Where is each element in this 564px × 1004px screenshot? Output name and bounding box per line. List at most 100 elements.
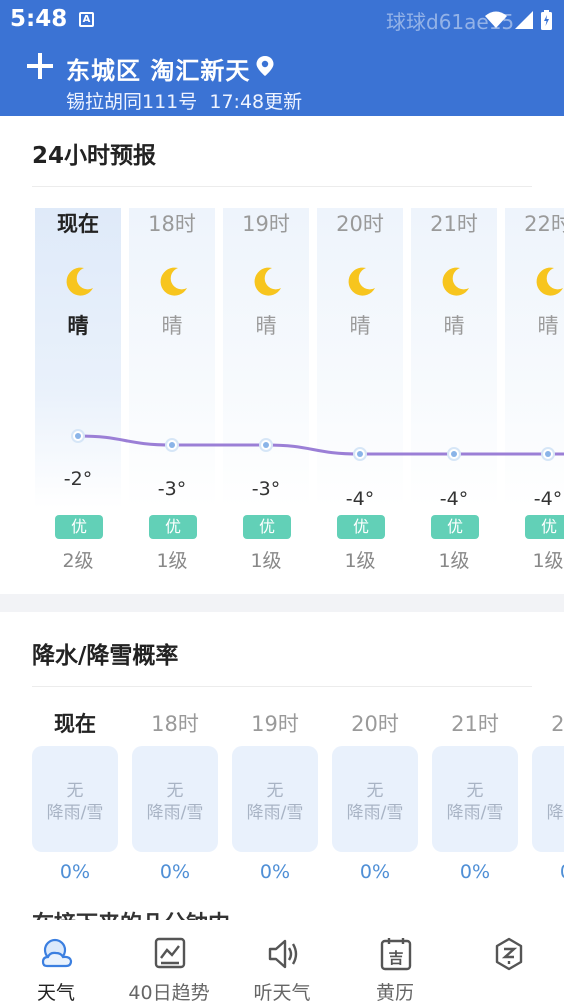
location-pin-icon [256,56,274,76]
nav-label-trend: 40日趋势 [128,982,210,1004]
nav-profile[interactable] [458,936,558,1004]
precip-column[interactable]: 现在无降雨/雪 0% [32,708,132,908]
hour-column-bg [411,208,497,508]
forecast-24h-card: 24小时预报 现在晴 -2° 优 2级 18时晴 -3° 优 1级 19时晴 -3° 优 1级 20时晴… [0,118,564,594]
precip-column[interactable]: 22时无降雨/雪 0% [532,708,564,908]
moon-icon [536,267,563,296]
status-icons [485,10,552,30]
aqi-badge: 优 [149,515,197,539]
location-name[interactable]: 东城区 淘汇新天 [66,51,250,86]
hour-temperature: -2° [63,468,93,490]
aqi-level: 1级 [532,550,564,572]
hour-column-bg [317,208,403,508]
aqi-badge: 优 [431,515,479,539]
precip-time: 19时 [251,712,299,736]
speaker-icon [268,939,298,969]
app-header: 5:48 A 球球d61ae15 东城区 淘汇新天 锡拉胡同111号 17:48… [0,0,564,116]
hour-column[interactable]: 19时晴 -3° 优 1级 [221,190,311,594]
nav-weather[interactable]: 天气 [6,936,106,1004]
precipitation-card: 降水/降雪概率 现在无降雨/雪 0% 18时无降雨/雪 0% 19时无降雨/雪 0% 20时… [0,612,564,920]
trend-chart-icon [154,937,186,969]
moon-icon [442,267,469,296]
hour-condition: 晴 [443,314,465,338]
precip-probability: 0% [59,861,91,883]
hour-time: 现在 [57,212,99,236]
divider [32,186,532,187]
precip-type-label: 降雨/雪 [246,803,304,823]
notification-icon: A [79,12,94,27]
forecast-24h-title: 24小时预报 [32,143,157,169]
precip-time: 20时 [351,712,399,736]
nav-label-listen: 听天气 [253,982,311,1004]
precip-probability: 0% [359,861,391,883]
battery-icon [541,10,552,30]
precip-time: 21时 [451,712,499,736]
moon-icon [254,267,281,296]
precip-type-label: 降雨/雪 [546,803,564,823]
hour-column-bg [223,208,309,508]
precip-type-label: 降雨/雪 [46,803,104,823]
hour-column-bg [505,208,564,508]
wifi-icon [485,11,507,28]
bottom-navigation: 天气 40日趋势 听天气 吉 黄历 [0,920,564,1004]
precip-box: 无降雨/雪 [332,746,418,852]
add-location-button[interactable] [24,50,56,82]
precip-time: 18时 [151,712,199,736]
hour-condition: 晴 [255,314,277,338]
profile-icon [495,937,523,971]
moon-icon [160,267,187,296]
precip-column[interactable]: 19时无降雨/雪 0% [232,708,332,908]
nav-label-weather: 天气 [36,982,75,1004]
hour-column[interactable]: 22时晴 -4° 优 1级 [503,190,564,594]
precipitation-title: 降水/降雪概率 [32,643,179,669]
precip-probability: 0% [532,861,564,883]
signal-icon [515,11,533,29]
precip-box: 无降雨/雪 [32,746,118,852]
precip-time: 现在 [54,712,96,736]
status-bar: 5:48 A 球球d61ae15 [0,0,564,40]
hour-column-bg [35,208,121,508]
hour-column[interactable]: 20时晴 -4° 优 1级 [315,190,405,594]
precip-type-label: 降雨/雪 [146,803,204,823]
precip-column[interactable]: 18时无降雨/雪 0% [132,708,232,908]
precip-probability: 0% [259,861,291,883]
hour-column[interactable]: 现在晴 -2° 优 2级 [33,190,123,594]
precip-column[interactable]: 20时无降雨/雪 0% [332,708,432,908]
nav-almanac[interactable]: 吉 黄历 [345,936,445,1004]
hour-column[interactable]: 21时晴 -4° 优 1级 [409,190,499,594]
aqi-level: 1级 [156,550,188,572]
hour-time: 20时 [336,212,384,236]
hour-temperature: -3° [157,478,187,500]
precip-probability: 0% [459,861,491,883]
hour-temperature: -4° [533,488,563,510]
hour-condition: 晴 [161,314,183,338]
precip-type-label: 降雨/雪 [346,803,404,823]
hour-condition: 晴 [67,314,89,338]
hour-column-bg [129,208,215,508]
nav-40day-trend[interactable]: 40日趋势 [119,936,219,1004]
aqi-level: 1级 [344,550,376,572]
address-text: 锡拉胡同111号 [66,91,198,113]
hour-time: 19时 [242,212,290,236]
almanac-icon: 吉 [380,938,412,971]
hour-column[interactable]: 18时晴 -3° 优 1级 [127,190,217,594]
precip-box: 无降雨/雪 [532,746,564,852]
nav-listen-weather[interactable]: 听天气 [232,936,332,1004]
hour-time: 21时 [430,212,478,236]
moon-icon [66,267,93,296]
precip-box: 无降雨/雪 [432,746,518,852]
aqi-badge: 优 [55,515,103,539]
hour-time: 22时 [524,212,564,236]
hour-condition: 晴 [349,314,371,338]
nav-label-almanac: 黄历 [375,982,414,1004]
aqi-level: 2级 [62,550,94,572]
moon-icon [348,267,375,296]
aqi-level: 1级 [438,550,470,572]
svg-text:吉: 吉 [388,949,403,967]
precip-box: 无降雨/雪 [232,746,318,852]
precip-column[interactable]: 21时无降雨/雪 0% [432,708,532,908]
aqi-badge: 优 [525,515,564,539]
precip-time: 22时 [551,712,564,736]
hour-time: 18时 [148,212,196,236]
update-time: 17:48更新 [209,91,303,113]
